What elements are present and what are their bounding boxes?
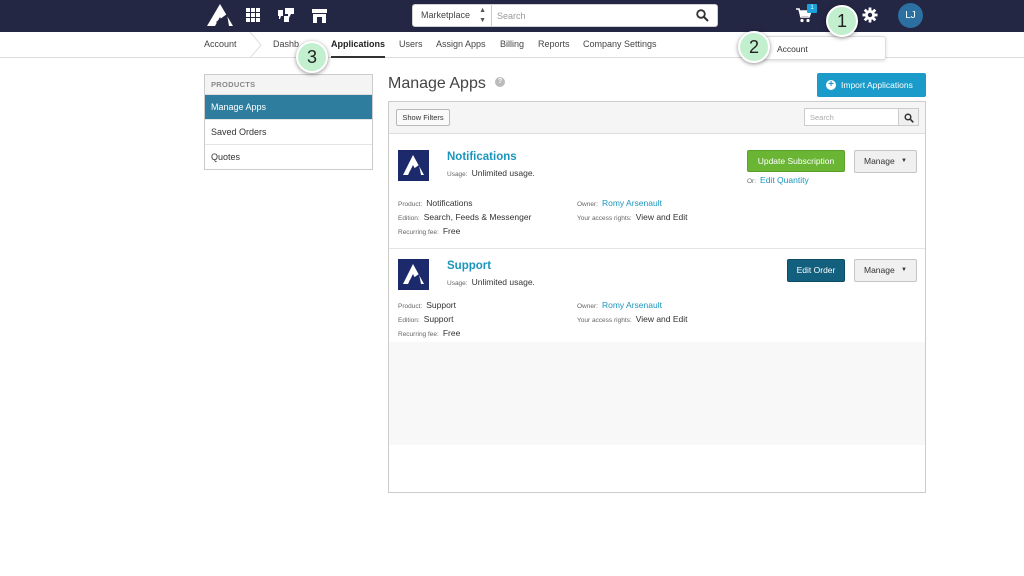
import-applications-button[interactable]: + Import Applications bbox=[817, 73, 926, 97]
usage-label: Usage: bbox=[447, 171, 468, 178]
owner-link[interactable]: Romy Arsenault bbox=[602, 300, 662, 310]
gear-icon[interactable] bbox=[862, 7, 878, 23]
search-icon bbox=[904, 113, 914, 123]
edition-value: Support bbox=[423, 314, 454, 324]
app-row: Support Usage: Unlimited usage. Edit Orde… bbox=[389, 250, 925, 342]
subnav-item-reports[interactable]: Reports bbox=[538, 32, 570, 58]
subnav-item-company-settings[interactable]: Company Settings bbox=[583, 32, 657, 58]
callout-step-3: 3 bbox=[296, 41, 328, 73]
product-detail: Product: Notifications bbox=[398, 198, 473, 208]
app-usage: Usage: Unlimited usage. bbox=[447, 277, 535, 287]
subnav-item-account[interactable]: Account bbox=[204, 32, 237, 58]
or-label: Or: bbox=[747, 178, 757, 185]
edition-label: Edition: bbox=[398, 215, 420, 222]
marketplace-scope-label: Marketplace bbox=[421, 10, 471, 20]
fee-detail: Recurring fee: Free bbox=[398, 226, 460, 236]
update-subscription-button[interactable]: Update Subscription bbox=[747, 150, 845, 172]
menu-item-account[interactable]: Account bbox=[777, 37, 808, 61]
apps-grid-icon[interactable] bbox=[246, 8, 260, 22]
access-rights-detail: Your access rights: View and Edit bbox=[577, 212, 688, 222]
import-applications-label: Import Applications bbox=[841, 80, 913, 90]
edition-detail: Edition: Search, Feeds & Messenger bbox=[398, 212, 531, 222]
manage-label: Manage bbox=[864, 265, 895, 275]
subnav-item-assign-apps[interactable]: Assign Apps bbox=[436, 32, 486, 58]
owner-detail: Owner: Romy Arsenault bbox=[577, 300, 662, 310]
manage-dropdown-button[interactable]: Manage ▼ bbox=[854, 150, 917, 173]
product-label: Product: bbox=[398, 303, 423, 310]
edition-detail: Edition: Support bbox=[398, 314, 453, 324]
search-input[interactable] bbox=[497, 5, 687, 26]
filter-bar: Show Filters bbox=[389, 102, 925, 134]
settings-dropdown-menu: Account bbox=[756, 36, 886, 60]
apps-search-button[interactable] bbox=[898, 108, 919, 126]
access-rights-value: View and Edit bbox=[635, 212, 688, 222]
subnav-item-users[interactable]: Users bbox=[399, 32, 423, 58]
caret-down-icon: ▼ bbox=[901, 158, 907, 164]
fee-label: Recurring fee: bbox=[398, 331, 439, 338]
subnav-item-applications[interactable]: Applications bbox=[331, 32, 386, 58]
apps-panel: Show Filters Notifications Usage:Unlimit… bbox=[388, 101, 926, 493]
manage-label: Manage bbox=[864, 156, 895, 166]
access-rights-detail: Your access rights: View and Edit bbox=[577, 314, 688, 324]
help-icon[interactable]: ? bbox=[495, 77, 505, 87]
fee-detail: Recurring fee: Free bbox=[398, 328, 460, 338]
app-name-link[interactable]: Notifications bbox=[447, 151, 517, 163]
fee-value: Free bbox=[442, 226, 461, 236]
callout-step-2: 2 bbox=[738, 31, 770, 63]
updown-chevron-icon: ▲ ▼ bbox=[479, 7, 486, 24]
owner-label: Owner: bbox=[577, 303, 598, 310]
sidebar-item-quotes[interactable]: Quotes bbox=[205, 145, 372, 170]
fee-value: Free bbox=[442, 328, 461, 338]
app-usage: Usage: Unlimited usage. bbox=[447, 168, 535, 178]
callout-step-1: 1 bbox=[826, 5, 858, 37]
caret-down-icon: ▼ bbox=[901, 267, 907, 273]
sidebar-header: PRODUCTS bbox=[205, 75, 372, 95]
app-logo-icon bbox=[398, 259, 429, 290]
owner-label: Owner: bbox=[577, 201, 598, 208]
product-detail: Product: Support bbox=[398, 300, 456, 310]
subnav-item-billing[interactable]: Billing bbox=[500, 32, 524, 58]
sidebar-item-saved-orders[interactable]: Saved Orders bbox=[205, 120, 372, 145]
show-filters-button[interactable]: Show Filters bbox=[396, 109, 450, 126]
marketplace-scope-select[interactable]: Marketplace ▲ ▼ bbox=[413, 5, 492, 26]
products-sidebar: PRODUCTS Manage Apps Saved Orders Quotes bbox=[204, 74, 373, 170]
app-row: Notifications Usage: Unlimited usage. Upd… bbox=[389, 141, 925, 249]
empty-list-area bbox=[389, 342, 925, 445]
access-rights-value: View and Edit bbox=[635, 314, 688, 324]
marketplace-search: Marketplace ▲ ▼ bbox=[412, 4, 718, 27]
top-bar: Marketplace ▲▼ 1 LJ bbox=[0, 0, 1024, 32]
product-value: Support bbox=[426, 300, 456, 310]
usage-value: Unlimited usage. bbox=[471, 168, 535, 178]
edition-value: Search, Feeds & Messenger bbox=[423, 212, 532, 222]
feedback-thumbs-icon[interactable] bbox=[277, 7, 295, 24]
owner-link[interactable]: Romy Arsenault bbox=[602, 198, 662, 208]
cart-count-badge: 1 bbox=[807, 4, 817, 13]
breadcrumb-chevron-icon bbox=[250, 32, 262, 58]
app-logo-icon bbox=[398, 150, 429, 181]
edition-label: Edition: bbox=[398, 317, 420, 324]
product-label: Product: bbox=[398, 201, 423, 208]
usage-value: Unlimited usage. bbox=[471, 277, 535, 287]
search-icon[interactable] bbox=[696, 9, 709, 22]
edit-order-button[interactable]: Edit Order bbox=[787, 259, 845, 282]
sidebar-item-manage-apps[interactable]: Manage Apps bbox=[205, 95, 372, 120]
manage-dropdown-button[interactable]: Manage ▼ bbox=[854, 259, 917, 282]
fee-label: Recurring fee: bbox=[398, 229, 439, 236]
page-title: Manage Apps bbox=[388, 75, 486, 92]
access-rights-label: Your access rights: bbox=[577, 215, 632, 222]
usage-label: Usage: bbox=[447, 280, 468, 287]
edit-quantity-link[interactable]: Edit Quantity bbox=[760, 175, 809, 185]
subnav-item-dashboard[interactable]: Dashb bbox=[273, 32, 299, 58]
owner-detail: Owner: Romy Arsenault bbox=[577, 198, 662, 208]
secondary-action-line: Or: Edit Quantity bbox=[747, 175, 809, 185]
store-icon[interactable] bbox=[311, 7, 328, 24]
app-name-link[interactable]: Support bbox=[447, 260, 491, 272]
product-value: Notifications bbox=[426, 198, 473, 208]
logo-icon[interactable] bbox=[207, 4, 233, 26]
plus-circle-icon: + bbox=[826, 80, 836, 90]
access-rights-label: Your access rights: bbox=[577, 317, 632, 324]
user-avatar[interactable]: LJ bbox=[898, 3, 923, 28]
apps-search-input[interactable] bbox=[804, 108, 899, 126]
